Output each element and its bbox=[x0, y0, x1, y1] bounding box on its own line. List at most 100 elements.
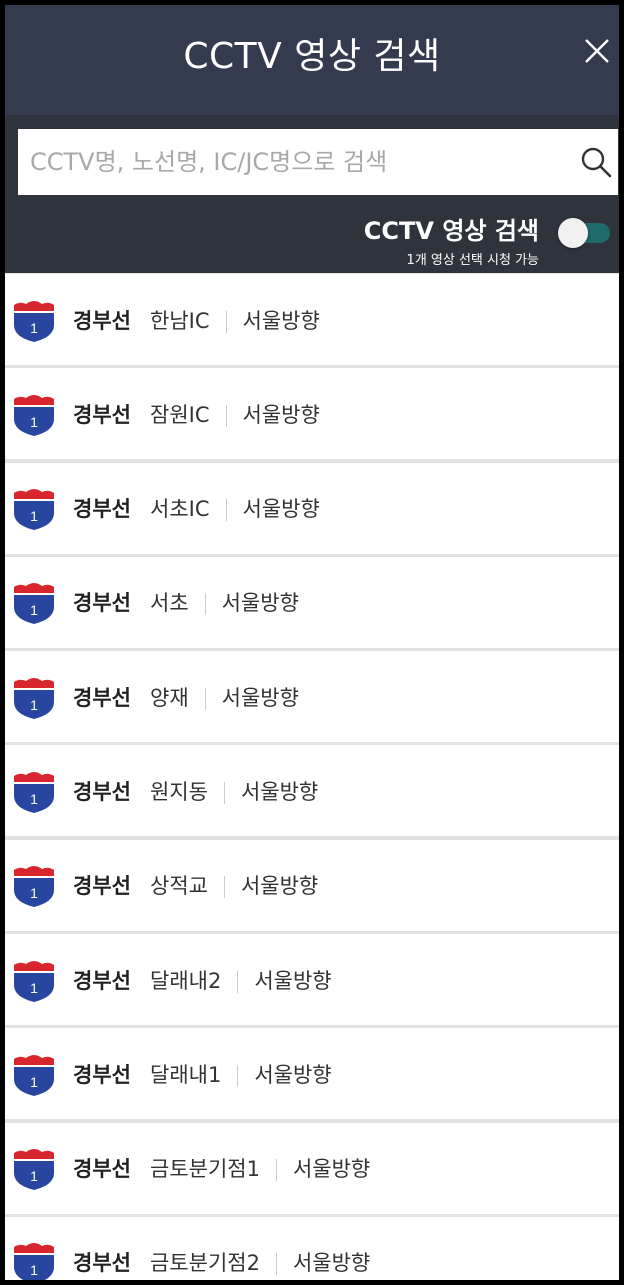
divider bbox=[204, 687, 206, 710]
route-shield-icon: 1 bbox=[14, 489, 54, 531]
page-title: CCTV 영상 검색 bbox=[183, 36, 441, 77]
shield-number: 1 bbox=[30, 791, 38, 807]
route-shield-icon: 1 bbox=[14, 1054, 54, 1096]
route-name: 경부선 bbox=[73, 497, 131, 522]
list-item[interactable]: 1 경부선 금토분기점1 서울방향 bbox=[5, 1122, 619, 1214]
divider bbox=[204, 593, 206, 616]
search-input[interactable] bbox=[18, 129, 568, 195]
shield-number: 1 bbox=[30, 1074, 38, 1090]
list-item[interactable]: 1 경부선 양재 서울방향 bbox=[5, 651, 619, 743]
shield-number: 1 bbox=[30, 697, 38, 713]
divider bbox=[237, 970, 239, 993]
route-name: 경부선 bbox=[73, 591, 131, 616]
list-item[interactable]: 1 경부선 금토분기점2 서울방향 bbox=[5, 1216, 619, 1280]
route-shield-icon: 1 bbox=[14, 1149, 54, 1191]
shield-number: 1 bbox=[30, 885, 38, 901]
direction: 서울방향 bbox=[221, 591, 299, 616]
location-name: 한남IC bbox=[150, 308, 210, 333]
route-name: 경부선 bbox=[73, 968, 131, 993]
list-item[interactable]: 1 경부선 달래내1 서울방향 bbox=[5, 1028, 619, 1120]
cctv-location: 서초IC 서울방향 bbox=[150, 493, 320, 523]
cctv-location: 한남IC 서울방향 bbox=[150, 305, 320, 335]
cctv-toggle[interactable] bbox=[558, 218, 612, 248]
route-shield-icon: 1 bbox=[14, 583, 54, 625]
location-name: 잠원IC bbox=[150, 402, 210, 427]
shield-number: 1 bbox=[30, 414, 38, 430]
list-item[interactable]: 1 경부선 한남IC 서울방향 bbox=[5, 274, 619, 365]
cctv-location: 달래내1 서울방향 bbox=[150, 1059, 332, 1089]
cctv-location: 상적교 서울방향 bbox=[150, 870, 318, 900]
toggle-label: CCTV 영상 검색 bbox=[363, 217, 539, 245]
direction: 서울방향 bbox=[242, 497, 320, 522]
route-name: 경부선 bbox=[73, 779, 131, 804]
direction: 서울방향 bbox=[221, 685, 299, 710]
cctv-location: 원지동 서울방향 bbox=[150, 776, 318, 806]
list-item[interactable]: 1 경부선 잠원IC 서울방향 bbox=[5, 368, 619, 460]
search-icon[interactable] bbox=[579, 145, 613, 179]
shield-number: 1 bbox=[30, 602, 38, 618]
list-item[interactable]: 1 경부선 달래내2 서울방향 bbox=[5, 934, 619, 1026]
divider bbox=[225, 499, 227, 522]
shield-number: 1 bbox=[30, 508, 38, 524]
shield-number: 1 bbox=[30, 320, 38, 336]
direction: 서울방향 bbox=[242, 402, 320, 427]
location-name: 상적교 bbox=[150, 874, 208, 899]
route-shield-icon: 1 bbox=[14, 771, 54, 813]
shield-number: 1 bbox=[30, 1168, 38, 1184]
cctv-location: 서초 서울방향 bbox=[150, 587, 299, 617]
toggle-knob bbox=[558, 218, 588, 248]
shield-number: 1 bbox=[30, 980, 38, 996]
divider bbox=[237, 1064, 239, 1087]
direction: 서울방향 bbox=[240, 779, 319, 804]
cctv-location: 금토분기점2 서울방향 bbox=[150, 1247, 370, 1277]
list-item[interactable]: 1 경부선 상적교 서울방향 bbox=[5, 839, 619, 931]
cctv-location: 양재 서울방향 bbox=[150, 682, 299, 712]
direction: 서울방향 bbox=[254, 968, 332, 993]
shield-number: 1 bbox=[30, 1262, 38, 1278]
route-shield-icon: 1 bbox=[14, 866, 54, 908]
divider bbox=[225, 310, 227, 333]
location-name: 서초IC bbox=[150, 497, 210, 522]
location-name: 금토분기점1 bbox=[150, 1157, 260, 1182]
divider bbox=[223, 781, 225, 804]
route-name: 경부선 bbox=[73, 874, 131, 899]
route-name: 경부선 bbox=[73, 1062, 131, 1087]
direction: 서울방향 bbox=[292, 1251, 371, 1276]
route-name: 경부선 bbox=[73, 1251, 131, 1276]
route-name: 경부선 bbox=[73, 308, 131, 333]
header: CCTV 영상 검색 bbox=[5, 5, 619, 115]
route-shield-icon: 1 bbox=[14, 960, 54, 1002]
location-name: 달래내1 bbox=[150, 1062, 222, 1087]
route-shield-icon: 1 bbox=[14, 300, 54, 342]
search-panel: CCTV 영상 검색 1개 영상 선택 시청 가능 bbox=[5, 115, 619, 273]
cctv-location: 달래내2 서울방향 bbox=[150, 965, 332, 995]
direction: 서울방향 bbox=[240, 874, 319, 899]
location-name: 양재 bbox=[150, 685, 189, 710]
location-name: 서초 bbox=[150, 591, 189, 616]
cctv-location: 잠원IC 서울방향 bbox=[150, 399, 320, 429]
route-shield-icon: 1 bbox=[14, 394, 54, 436]
route-name: 경부선 bbox=[73, 685, 131, 710]
route-shield-icon: 1 bbox=[14, 677, 54, 719]
direction: 서울방향 bbox=[242, 308, 320, 333]
list-item[interactable]: 1 경부선 서초 서울방향 bbox=[5, 556, 619, 648]
divider bbox=[275, 1159, 277, 1182]
cctv-list: 1 경부선 한남IC 서울방향 1 경부선 잠원IC 서울방향 1 경부선 서초IC… bbox=[5, 274, 619, 1280]
location-name: 금토분기점2 bbox=[150, 1251, 260, 1276]
app-frame: CCTV 영상 검색 CCTV 영상 검색 1개 영상 선택 시청 가능 1 경… bbox=[5, 5, 619, 1280]
location-name: 달래내2 bbox=[150, 968, 222, 993]
divider bbox=[223, 876, 225, 899]
route-shield-icon: 1 bbox=[14, 1243, 54, 1280]
divider bbox=[275, 1253, 277, 1276]
direction: 서울방향 bbox=[254, 1062, 332, 1087]
divider bbox=[225, 404, 227, 427]
list-item[interactable]: 1 경부선 서초IC 서울방향 bbox=[5, 462, 619, 554]
list-item[interactable]: 1 경부선 원지동 서울방향 bbox=[5, 745, 619, 837]
search-box bbox=[18, 129, 618, 195]
location-name: 원지동 bbox=[150, 779, 208, 804]
close-icon[interactable] bbox=[577, 31, 617, 71]
cctv-location: 금토분기점1 서울방향 bbox=[150, 1153, 370, 1183]
route-name: 경부선 bbox=[73, 402, 131, 427]
direction: 서울방향 bbox=[292, 1157, 371, 1182]
toggle-sublabel: 1개 영상 선택 시청 가능 bbox=[406, 253, 539, 268]
